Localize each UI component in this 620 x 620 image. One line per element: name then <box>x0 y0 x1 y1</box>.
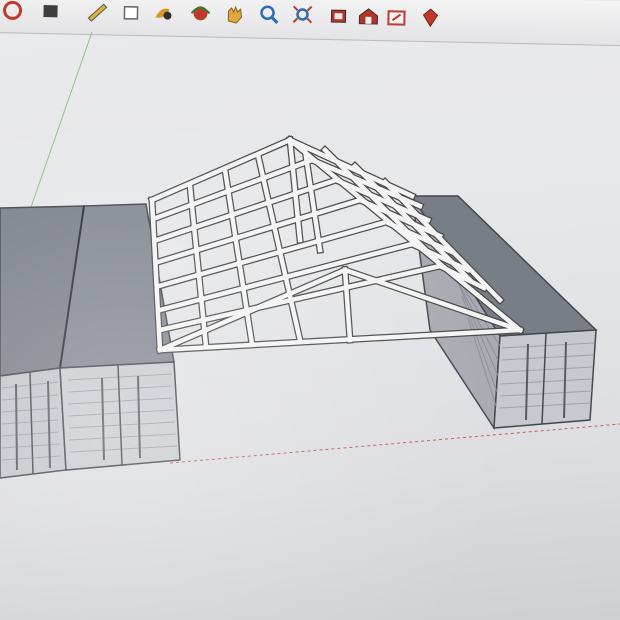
eraser-icon[interactable] <box>37 0 64 21</box>
sketchup-window <box>0 0 620 620</box>
select-icon[interactable] <box>117 0 144 23</box>
share-model-icon[interactable] <box>383 2 410 29</box>
paint-icon[interactable] <box>149 0 176 24</box>
zoom-icon[interactable] <box>255 0 282 26</box>
model-viewport[interactable] <box>0 32 620 620</box>
component-icon[interactable] <box>325 1 352 28</box>
pencil-icon[interactable] <box>83 0 110 22</box>
model-canvas <box>0 32 620 479</box>
zoom-extents-icon[interactable] <box>289 0 316 27</box>
orbit-icon[interactable] <box>187 0 214 25</box>
ruby-icon[interactable] <box>417 3 444 30</box>
red-axis-line <box>169 423 620 464</box>
green-axis-line <box>29 32 93 211</box>
warehouse-icon[interactable] <box>355 2 382 29</box>
right-container <box>410 195 598 431</box>
paint-bucket-icon[interactable] <box>0 0 26 21</box>
pan-hand-icon[interactable] <box>221 0 248 25</box>
